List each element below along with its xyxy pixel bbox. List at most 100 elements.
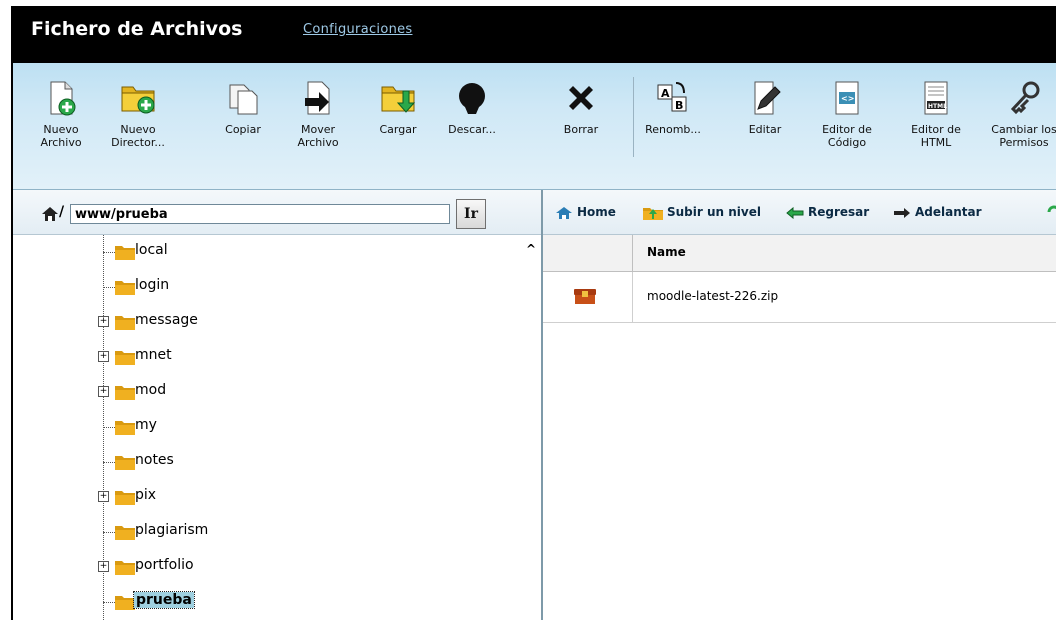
tree-item-label: message — [135, 312, 198, 328]
archive-icon — [574, 289, 596, 304]
tree-item-label: pix — [135, 487, 157, 503]
name-column-header[interactable]: Name — [647, 245, 686, 259]
code-editor-label: Editor de Código — [822, 123, 872, 149]
edit-label: Editar — [748, 123, 782, 136]
tree-connector — [103, 252, 115, 253]
move-file-label: Mover Archivo — [297, 123, 339, 149]
folder-icon — [115, 491, 135, 505]
path-input[interactable] — [70, 204, 450, 224]
tree-item-label: mod — [135, 382, 167, 398]
tree-connector — [103, 287, 115, 288]
path-root-slash: / — [59, 204, 65, 220]
move-file-icon — [305, 81, 330, 115]
new-dir-button[interactable]: Nuevo Director... — [101, 79, 175, 149]
up-level-label: Subir un nivel — [667, 205, 761, 219]
upload-label: Cargar — [379, 123, 417, 136]
file-name: moodle-latest-226.zip — [647, 289, 779, 303]
folder-tree: local login + message + mnet + mod my no… — [13, 235, 523, 620]
delete-label: Borrar — [563, 123, 599, 136]
arrow-right-icon — [894, 207, 910, 218]
home-icon[interactable] — [41, 206, 59, 222]
expand-icon[interactable]: + — [98, 351, 109, 362]
folder-icon — [115, 246, 135, 260]
key-icon — [1010, 81, 1040, 115]
rename-icon: AB — [657, 82, 687, 112]
copy-label: Copiar — [225, 123, 261, 136]
forward-label: Adelantar — [915, 205, 982, 219]
folder-icon — [115, 596, 135, 610]
folder-icon — [115, 316, 135, 330]
tree-item-label: my — [135, 417, 157, 433]
file-list-panel: Home Subir un nivel Regresar Adelantar N… — [543, 190, 1056, 620]
folder-icon — [115, 561, 135, 575]
download-label: Descar... — [448, 123, 496, 136]
config-link[interactable]: Configuraciones — [303, 22, 412, 37]
home-nav-button[interactable]: Home — [555, 205, 616, 220]
move-file-button[interactable]: Mover Archivo — [288, 79, 348, 149]
tree-item-label: login — [135, 277, 170, 293]
new-folder-icon — [121, 86, 155, 114]
svg-text:A: A — [661, 87, 670, 100]
expand-icon[interactable]: + — [98, 561, 109, 572]
go-button[interactable]: Ir — [456, 199, 486, 229]
svg-text:B: B — [675, 99, 683, 112]
permissions-label: Cambiar los Permisos — [991, 123, 1056, 149]
scroll-up-arrow[interactable]: ^ — [526, 242, 536, 256]
app-title: Fichero de Archivos — [31, 18, 243, 40]
svg-text:HTML: HTML — [928, 103, 947, 110]
forward-button[interactable]: Adelantar — [893, 205, 982, 219]
file-table-header: Name — [543, 235, 1056, 272]
tree-connector — [103, 462, 115, 463]
path-bar: / Ir — [13, 190, 541, 235]
code-editor-button[interactable]: <> Editor de Código — [815, 79, 879, 149]
title-bar: Fichero de Archivos Configuraciones — [13, 6, 1056, 63]
download-button[interactable]: Descar... — [438, 79, 506, 136]
folder-up-icon — [643, 207, 663, 220]
new-file-button[interactable]: Nuevo Archivo — [31, 79, 91, 149]
toolbar: Nuevo Archivo Nuevo Director... Copiar M… — [13, 63, 1056, 190]
folder-icon — [115, 421, 135, 435]
folder-icon — [115, 386, 135, 400]
permissions-button[interactable]: Cambiar los Permisos — [991, 79, 1056, 149]
delete-button[interactable]: Borrar — [553, 79, 609, 136]
delete-icon — [569, 86, 593, 110]
home-icon — [556, 206, 572, 219]
edit-button[interactable]: Editar — [740, 79, 790, 136]
expand-icon[interactable]: + — [98, 386, 109, 397]
tree-item-label: local — [135, 242, 168, 258]
tree-item-label: mnet — [135, 347, 172, 363]
icon-column-header — [543, 235, 633, 271]
tree-item-label: notes — [135, 452, 174, 468]
tree-item-label: plagiarism — [135, 522, 209, 538]
refresh-button[interactable] — [1047, 205, 1056, 222]
home-nav-label: Home — [577, 205, 616, 219]
expand-icon[interactable]: + — [98, 316, 109, 327]
back-button[interactable]: Regresar — [786, 205, 869, 219]
directory-tree-panel: / Ir local login + message + — [13, 190, 543, 620]
upload-button[interactable]: Cargar — [373, 79, 423, 136]
folder-icon — [115, 351, 135, 365]
rename-label: Renomb... — [645, 123, 701, 136]
svg-text:<>: <> — [841, 94, 854, 103]
up-level-button[interactable]: Subir un nivel — [643, 205, 761, 220]
tree-connector — [103, 602, 115, 603]
code-editor-icon: <> — [835, 81, 859, 115]
rename-button[interactable]: AB Renomb... — [641, 79, 705, 136]
table-row[interactable]: moodle-latest-226.zip — [543, 272, 1056, 323]
new-file-icon — [50, 81, 76, 116]
html-editor-button[interactable]: HTML Editor de HTML — [903, 79, 969, 149]
navigation-bar: Home Subir un nivel Regresar Adelantar — [543, 190, 1056, 235]
html-editor-icon: HTML — [924, 81, 948, 115]
download-icon — [459, 83, 485, 114]
expand-icon[interactable]: + — [98, 491, 109, 502]
new-file-label: Nuevo Archivo — [40, 123, 82, 149]
back-label: Regresar — [808, 205, 870, 219]
copy-button[interactable]: Copiar — [213, 79, 273, 136]
tree-item-label: portfolio — [135, 557, 194, 573]
upload-folder-icon — [381, 86, 416, 113]
toolbar-separator — [633, 77, 634, 157]
tree-connector — [103, 427, 115, 428]
new-dir-label: Nuevo Director... — [111, 123, 165, 149]
tree-item-label: prueba — [133, 591, 195, 609]
folder-icon — [115, 281, 135, 295]
